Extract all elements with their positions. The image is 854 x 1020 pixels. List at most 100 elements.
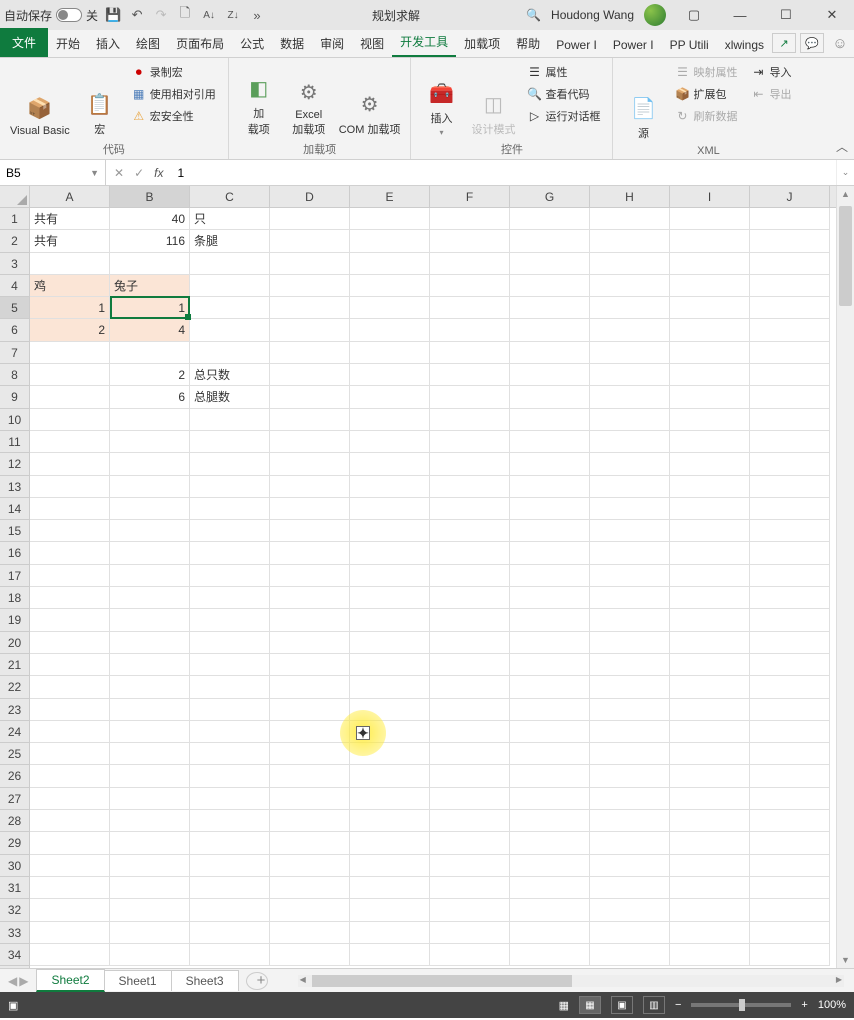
visual-basic-button[interactable]: 📦 Visual Basic xyxy=(8,62,72,139)
cell[interactable]: 条腿 xyxy=(190,230,270,252)
tab-power2[interactable]: Power I xyxy=(605,33,662,57)
cell[interactable] xyxy=(590,253,670,275)
cell[interactable] xyxy=(30,676,110,698)
cell[interactable] xyxy=(190,654,270,676)
sheet-tab-sheet3[interactable]: Sheet3 xyxy=(171,970,239,991)
cell[interactable] xyxy=(110,431,190,453)
cell[interactable] xyxy=(110,721,190,743)
cell[interactable]: 40 xyxy=(110,208,190,230)
cell[interactable] xyxy=(670,788,750,810)
cell[interactable] xyxy=(590,319,670,341)
cell[interactable] xyxy=(190,632,270,654)
cell[interactable] xyxy=(670,810,750,832)
cell[interactable] xyxy=(590,721,670,743)
close-icon[interactable]: ✕ xyxy=(814,3,850,27)
tab-addins[interactable]: 加载项 xyxy=(456,30,508,57)
cell[interactable] xyxy=(270,632,350,654)
cell[interactable] xyxy=(590,409,670,431)
sheet-nav-next-icon[interactable]: ▶ xyxy=(19,974,28,988)
cell[interactable] xyxy=(590,877,670,899)
cell[interactable] xyxy=(30,899,110,921)
cell[interactable] xyxy=(270,654,350,676)
cell[interactable] xyxy=(430,676,510,698)
cell[interactable] xyxy=(270,922,350,944)
row-header[interactable]: 15 xyxy=(0,520,29,542)
cell[interactable] xyxy=(110,676,190,698)
sort-desc-icon[interactable]: Z↓ xyxy=(224,6,242,24)
cell[interactable] xyxy=(750,431,830,453)
cell[interactable] xyxy=(430,788,510,810)
cell[interactable] xyxy=(750,453,830,475)
cell[interactable] xyxy=(190,587,270,609)
cell[interactable] xyxy=(270,208,350,230)
cell[interactable] xyxy=(110,609,190,631)
cell[interactable] xyxy=(350,565,430,587)
cell[interactable] xyxy=(270,319,350,341)
cell[interactable] xyxy=(510,788,590,810)
cell[interactable] xyxy=(430,922,510,944)
cell[interactable] xyxy=(590,498,670,520)
hscroll-left-icon[interactable]: ◀ xyxy=(300,975,306,984)
cell[interactable] xyxy=(510,275,590,297)
cell[interactable] xyxy=(350,654,430,676)
sheet-nav[interactable]: ◀ ▶ xyxy=(0,974,36,988)
cell[interactable] xyxy=(110,565,190,587)
tab-pputil[interactable]: PP Utili xyxy=(662,33,717,57)
display-settings-icon[interactable]: ▦ xyxy=(559,999,569,1012)
zoom-in-button[interactable]: + xyxy=(801,999,807,1011)
row-header[interactable]: 18 xyxy=(0,587,29,609)
cell[interactable] xyxy=(590,632,670,654)
cell[interactable] xyxy=(30,788,110,810)
row-header[interactable]: 13 xyxy=(0,476,29,498)
properties-button[interactable]: ☰属性 xyxy=(523,62,604,82)
qat-more-icon[interactable]: » xyxy=(248,6,266,24)
cell[interactable] xyxy=(670,297,750,319)
cell[interactable] xyxy=(510,632,590,654)
cell[interactable] xyxy=(750,632,830,654)
cell[interactable] xyxy=(430,765,510,787)
cell[interactable] xyxy=(350,520,430,542)
cell[interactable] xyxy=(750,319,830,341)
cell[interactable] xyxy=(270,788,350,810)
minimize-icon[interactable]: — xyxy=(722,3,758,27)
zoom-slider[interactable] xyxy=(691,1003,791,1007)
cell[interactable] xyxy=(350,855,430,877)
com-addins-button[interactable]: ⚙COM 加载项 xyxy=(337,62,403,139)
cell[interactable] xyxy=(590,542,670,564)
cells-grid[interactable]: 共有40只共有116条腿鸡兔子11242总只数6总腿数 xyxy=(30,208,836,968)
cell[interactable] xyxy=(270,699,350,721)
cell[interactable] xyxy=(270,721,350,743)
scroll-thumb[interactable] xyxy=(839,206,852,306)
cell[interactable] xyxy=(190,810,270,832)
cell[interactable]: 6 xyxy=(110,386,190,408)
cell[interactable] xyxy=(190,922,270,944)
cell[interactable] xyxy=(350,275,430,297)
cell[interactable] xyxy=(590,765,670,787)
cell[interactable] xyxy=(670,542,750,564)
cell[interactable] xyxy=(750,498,830,520)
cell[interactable] xyxy=(750,944,830,966)
cell[interactable] xyxy=(750,654,830,676)
name-box[interactable]: B5 ▼ xyxy=(0,160,106,185)
cell[interactable] xyxy=(110,542,190,564)
formula-bar[interactable]: 1 xyxy=(171,160,836,185)
cell[interactable] xyxy=(270,810,350,832)
cell[interactable] xyxy=(270,275,350,297)
cell[interactable] xyxy=(670,253,750,275)
select-all-corner[interactable] xyxy=(0,186,30,208)
cell[interactable] xyxy=(510,565,590,587)
cell[interactable] xyxy=(430,208,510,230)
cell[interactable]: 2 xyxy=(30,319,110,341)
cell[interactable] xyxy=(30,699,110,721)
cell[interactable] xyxy=(30,498,110,520)
cell[interactable] xyxy=(350,609,430,631)
cell[interactable] xyxy=(510,386,590,408)
cell[interactable] xyxy=(190,832,270,854)
cell[interactable] xyxy=(430,565,510,587)
cell[interactable] xyxy=(190,275,270,297)
cell[interactable] xyxy=(190,520,270,542)
tab-developer[interactable]: 开发工具 xyxy=(392,28,456,57)
cell[interactable] xyxy=(670,319,750,341)
cell[interactable] xyxy=(590,208,670,230)
cell[interactable] xyxy=(350,364,430,386)
